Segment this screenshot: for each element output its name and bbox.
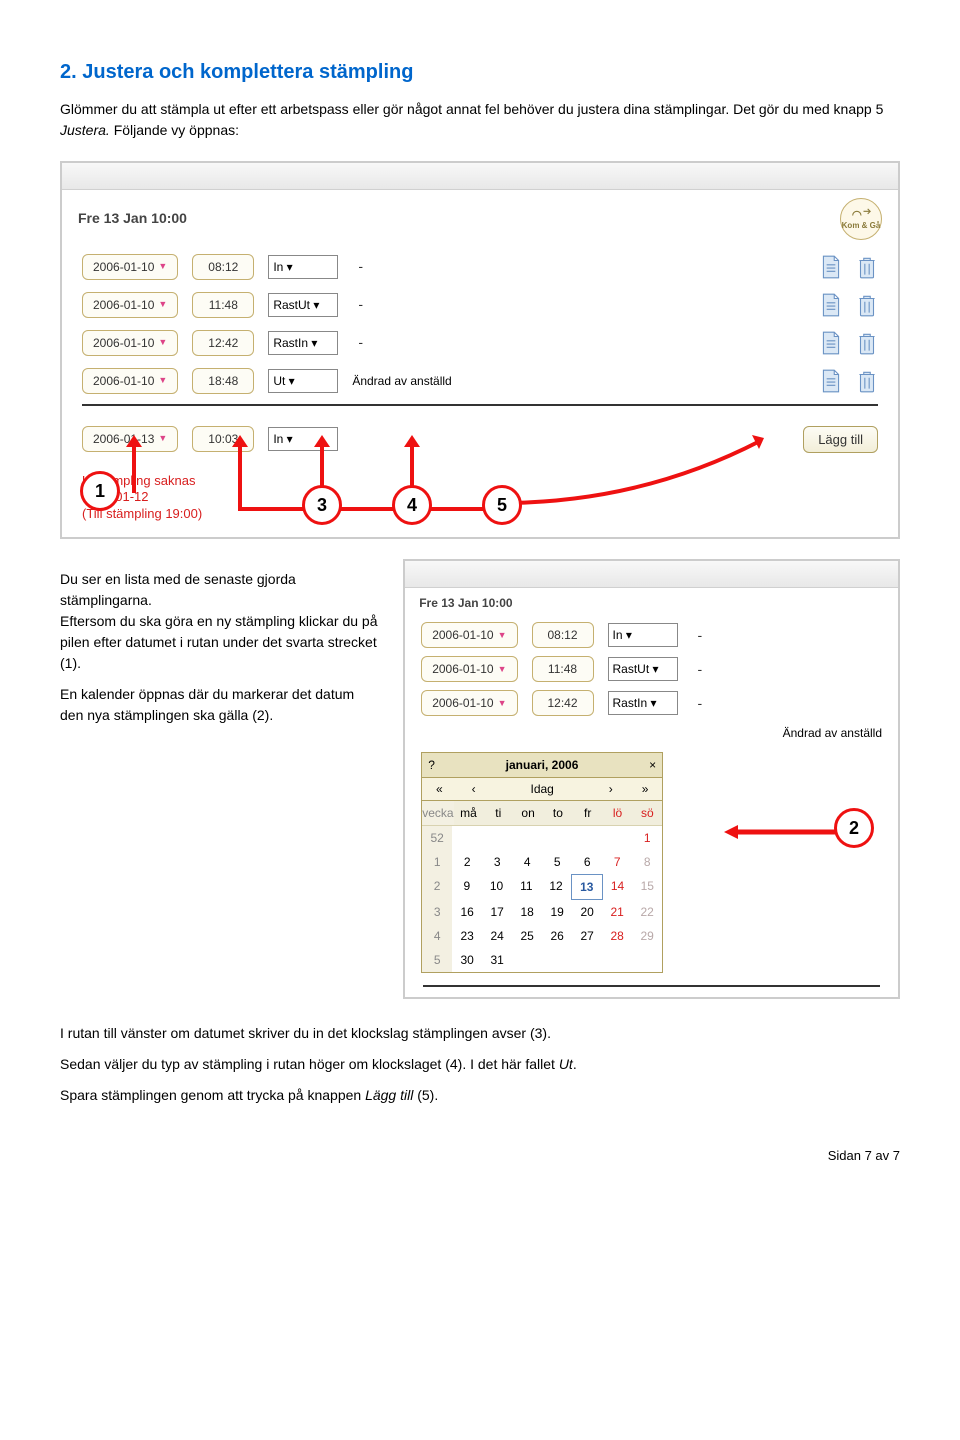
time-field[interactable]: 11:48 [192, 292, 254, 318]
note-icon[interactable] [820, 292, 842, 318]
cal-next-year[interactable]: » [628, 778, 662, 800]
annotation-4: 4 [392, 485, 432, 525]
date-field[interactable]: 2006-01-10 ▼ [82, 254, 178, 280]
type-select[interactable]: RastUt ▾ [608, 657, 678, 681]
stamp-row: 2006-01-10 ▼ 12:42 RastIn ▾ - [62, 324, 898, 362]
type-select[interactable]: In ▾ [268, 255, 338, 279]
stamp-row: 2006-01-10 ▼ 11:48 RastUt ▾ - [62, 286, 898, 324]
add-button[interactable]: Lägg till [803, 426, 878, 453]
para-lista: Du ser en lista med de senaste gjorda st… [60, 569, 379, 674]
status-text: - [352, 294, 369, 315]
chevron-down-icon[interactable]: ▼ [158, 260, 167, 274]
cal-today-cell[interactable]: 13 [571, 874, 603, 900]
header-datetime: Fre 13 Jan 10:00 [78, 208, 187, 229]
page-footer: Sidan 7 av 7 [60, 1146, 900, 1166]
cal-title: januari, 2006 [441, 753, 643, 777]
type-select[interactable]: In ▾ [608, 623, 678, 647]
trash-icon[interactable] [856, 330, 878, 356]
cal-prev-month[interactable]: ‹ [456, 778, 490, 800]
type-select[interactable]: RastUt ▾ [268, 293, 338, 317]
cal-next-month[interactable]: › [594, 778, 628, 800]
type-select[interactable]: Ut ▾ [268, 369, 338, 393]
note-icon[interactable] [820, 254, 842, 280]
time-field[interactable]: 18:48 [192, 368, 254, 394]
chevron-down-icon[interactable]: ▼ [158, 336, 167, 350]
time-field[interactable]: 12:42 [532, 690, 594, 716]
date-field[interactable]: 2006-01-10 ▼ [82, 368, 178, 394]
time-field[interactable]: 08:12 [532, 622, 594, 648]
time-field[interactable]: 12:42 [192, 330, 254, 356]
trash-icon[interactable] [856, 368, 878, 394]
date-field[interactable]: 2006-01-10 ▼ [421, 690, 517, 716]
cal-today[interactable]: Idag [491, 778, 594, 800]
status-text: - [352, 332, 369, 353]
date-field[interactable]: 2006-01-10 ▼ [421, 656, 517, 682]
annotation-1: 1 [80, 471, 120, 511]
kom-ga-icon: Kom & Gå [840, 198, 882, 240]
stamp-row: 2006-01-10 ▼ 08:12 In ▾ - [62, 248, 898, 286]
chevron-down-icon[interactable]: ▼ [158, 432, 167, 446]
calendar-popup: ? januari, 2006 × « ‹ Idag › » vecka må [421, 752, 663, 973]
para-spara: Spara stämplingen genom att trycka på kn… [60, 1085, 900, 1106]
date-field[interactable]: 2006-01-10 ▼ [421, 622, 517, 648]
annotation-2: 2 [834, 808, 874, 848]
para-kalender: En kalender öppnas där du markerar det d… [60, 684, 379, 726]
stamp-row: 2006-01-10 ▼ 18:48 Ut ▾ Ändrad av anstäl… [62, 362, 898, 400]
status-text: - [352, 256, 369, 277]
cal-close[interactable]: × [643, 753, 662, 777]
time-field[interactable]: 11:48 [532, 656, 594, 682]
para-klockslag: I rutan till vänster om datumet skriver … [60, 1023, 900, 1044]
note-icon[interactable] [820, 330, 842, 356]
annotation-3: 3 [302, 485, 342, 525]
status-text: Ändrad av anställd [352, 372, 451, 390]
window-toolbar [62, 163, 898, 190]
date-field[interactable]: 2006-01-10 ▼ [82, 292, 178, 318]
trash-icon[interactable] [856, 292, 878, 318]
note-icon[interactable] [820, 368, 842, 394]
annotation-5: 5 [482, 485, 522, 525]
cal-help[interactable]: ? [422, 753, 441, 777]
heading: 2. Justera och komplettera stämpling [60, 57, 900, 87]
status-text: Ändrad av anställd [783, 724, 882, 742]
header-datetime: Fre 13 Jan 10:00 [419, 594, 512, 612]
chevron-down-icon[interactable]: ▼ [158, 374, 167, 388]
intro-paragraph: Glömmer du att stämpla ut efter ett arbe… [60, 99, 900, 141]
time-field[interactable]: 08:12 [192, 254, 254, 280]
type-select[interactable]: RastIn ▾ [608, 691, 678, 715]
chevron-down-icon[interactable]: ▼ [158, 298, 167, 312]
trash-icon[interactable] [856, 254, 878, 280]
type-select[interactable]: RastIn ▾ [268, 331, 338, 355]
date-field[interactable]: 2006-01-10 ▼ [82, 330, 178, 356]
cal-prev-year[interactable]: « [422, 778, 456, 800]
screenshot-justera: Fre 13 Jan 10:00 Kom & Gå 2006-01-10 ▼ 0… [60, 161, 900, 540]
window-toolbar [405, 561, 898, 588]
screenshot-calendar: Fre 13 Jan 10:00 2006-01-10 ▼ 08:12 In ▾… [403, 559, 900, 999]
para-typ: Sedan väljer du typ av stämpling i rutan… [60, 1054, 900, 1075]
